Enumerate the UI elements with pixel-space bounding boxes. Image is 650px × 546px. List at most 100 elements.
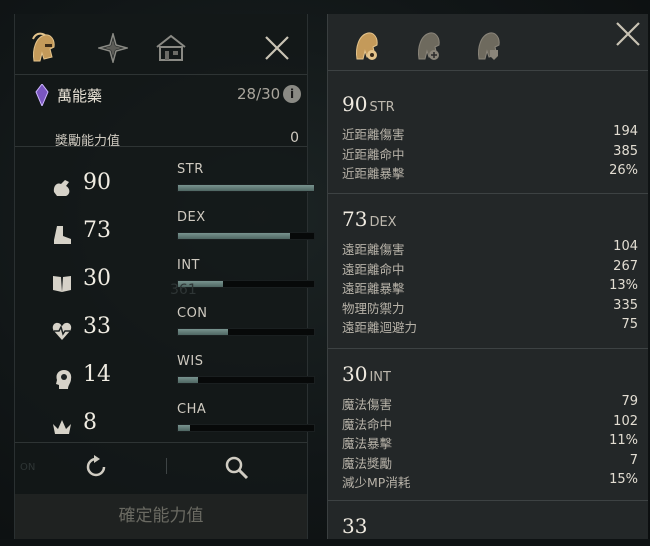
confirm-stats-button[interactable]: 確定能力值 bbox=[15, 494, 307, 539]
stat-value: 8 bbox=[83, 410, 97, 435]
stat-section-partial: 33 bbox=[342, 514, 638, 546]
head-profile-icon bbox=[56, 370, 72, 389]
stat-bar-fill bbox=[178, 329, 229, 335]
stat-value: 90 bbox=[83, 170, 111, 195]
stat-bar-fill bbox=[178, 425, 191, 431]
stat-name: INT bbox=[177, 258, 200, 273]
effect-label: 遠距離迴避力 bbox=[342, 320, 418, 335]
effect-row: 魔法獎勵 7 bbox=[342, 453, 638, 473]
effect-row: 魔法暴擊 11% bbox=[342, 433, 638, 453]
house-icon bbox=[156, 34, 186, 61]
bonus-value: 0 bbox=[290, 130, 299, 146]
effect-row: 遠距離命中 267 bbox=[342, 259, 638, 279]
magnifier-icon[interactable] bbox=[223, 454, 249, 480]
effect-value: 79 bbox=[621, 394, 638, 409]
helmet-shield-icon bbox=[478, 32, 500, 60]
book-icon bbox=[53, 276, 71, 292]
close-left-button[interactable] bbox=[263, 34, 291, 62]
bottom-toolbar bbox=[15, 444, 307, 490]
tab-housing[interactable] bbox=[151, 28, 191, 68]
effect-label: 魔法暴擊 bbox=[342, 436, 393, 451]
stat-row-str: 90 STR bbox=[51, 162, 315, 206]
stat-bar[interactable] bbox=[177, 184, 315, 192]
stat-name: WIS bbox=[177, 354, 204, 369]
stat-row-wis: 14 WIS bbox=[51, 354, 315, 398]
effect-label: 物理防禦力 bbox=[342, 300, 405, 316]
section-stat-value: 30 bbox=[342, 362, 368, 386]
effect-label: 遠距離命中 bbox=[342, 261, 405, 277]
stat-row-cha: 8 CHA bbox=[51, 402, 315, 446]
stat-value: 33 bbox=[83, 314, 111, 339]
right-tab-row bbox=[346, 26, 646, 70]
stat-row-con: 33 CON bbox=[51, 306, 315, 350]
stat-details-panel: 90 STR 近距離傷害 194 近距離命中 385 近距離暴擊 26% 73 DEX 遠距離傷害 1… bbox=[327, 14, 648, 539]
stat-bar[interactable] bbox=[177, 280, 315, 288]
effect-row: 魔法命中 102 bbox=[342, 414, 638, 434]
stat-name: CON bbox=[177, 306, 208, 321]
stat-section-dex: 73 DEX 遠距離傷害 104 遠距離命中 267 遠距離暴擊 13% 物理防禦力 335 遠距離… bbox=[342, 207, 638, 337]
effect-value: 75 bbox=[621, 317, 638, 332]
section-header: 73 DEX bbox=[342, 207, 638, 231]
section-header: 33 bbox=[342, 514, 638, 538]
effect-value: 335 bbox=[613, 297, 638, 313]
stat-bar[interactable] bbox=[177, 376, 315, 384]
effect-row: 遠距離迴避力 75 bbox=[342, 317, 638, 337]
effect-value: 267 bbox=[613, 258, 638, 274]
stat-bar[interactable] bbox=[177, 232, 315, 240]
stat-bar[interactable] bbox=[177, 424, 315, 432]
tab-stat-bonus[interactable] bbox=[408, 26, 448, 66]
potion-count: 28/30 bbox=[237, 85, 281, 103]
section-header: 90 STR bbox=[342, 92, 638, 116]
helmet-gear-icon bbox=[356, 32, 378, 60]
effect-value: 11% bbox=[609, 433, 638, 448]
tab-stat-effects[interactable] bbox=[346, 26, 386, 66]
effect-value: 15% bbox=[609, 472, 638, 487]
divider bbox=[328, 348, 648, 349]
stat-value: 14 bbox=[83, 362, 111, 387]
effect-label: 魔法命中 bbox=[342, 416, 393, 432]
divider bbox=[328, 70, 648, 71]
divider bbox=[328, 500, 648, 501]
effect-row: 遠距離傷害 104 bbox=[342, 239, 638, 259]
effect-value: 194 bbox=[613, 124, 638, 139]
stat-name: CHA bbox=[177, 402, 207, 417]
effect-label: 遠距離傷害 bbox=[342, 242, 405, 257]
section-header: 30 INT bbox=[342, 362, 638, 386]
effect-row: 近距離傷害 194 bbox=[342, 124, 638, 144]
potion-name: 萬能藥 bbox=[57, 87, 103, 105]
effect-label: 魔法獎勵 bbox=[342, 455, 393, 471]
section-stat-value: 90 bbox=[342, 92, 368, 116]
potion-row: 萬能藥 28/30 i bbox=[33, 84, 303, 108]
crown-icon bbox=[53, 420, 71, 434]
divider bbox=[328, 193, 648, 194]
info-icon[interactable]: i bbox=[283, 85, 301, 103]
tab-stat-defense[interactable] bbox=[468, 26, 508, 66]
effect-label: 近距離暴擊 bbox=[342, 166, 405, 181]
divider bbox=[15, 442, 307, 443]
heart-pulse-icon bbox=[52, 322, 72, 340]
effect-value: 102 bbox=[613, 413, 638, 429]
stat-value: 30 bbox=[83, 266, 111, 291]
effect-value: 385 bbox=[613, 143, 638, 159]
tab-stats[interactable] bbox=[23, 28, 63, 68]
section-stat-name: STR bbox=[369, 100, 395, 115]
stat-allocation-panel: 萬能藥 28/30 i 獎勵能力值 0 90 STR 73 DEX 30 INT 33 CON… bbox=[14, 14, 315, 539]
left-tab-row bbox=[23, 28, 303, 72]
toolbar-divider bbox=[166, 458, 167, 474]
boot-icon bbox=[54, 226, 71, 244]
effect-label: 魔法傷害 bbox=[342, 397, 393, 412]
divider bbox=[15, 74, 307, 75]
close-right-button[interactable] bbox=[614, 20, 642, 48]
effect-value: 104 bbox=[613, 239, 638, 254]
effect-row: 遠距離暴擊 13% bbox=[342, 278, 638, 298]
stat-name: STR bbox=[177, 162, 204, 177]
stat-name: DEX bbox=[177, 210, 206, 225]
strength-arm-icon bbox=[53, 180, 70, 196]
effect-label: 遠距離暴擊 bbox=[342, 281, 405, 296]
stat-section-int: 30 INT 魔法傷害 79 魔法命中 102 魔法暴擊 11% 魔法獎勵 7 減少MP消耗 15% bbox=[342, 362, 638, 492]
stat-bar[interactable] bbox=[177, 328, 315, 336]
divider bbox=[15, 146, 307, 147]
effect-value: 26% bbox=[609, 163, 638, 178]
reset-icon[interactable] bbox=[83, 454, 109, 480]
tab-skills[interactable] bbox=[93, 28, 133, 68]
